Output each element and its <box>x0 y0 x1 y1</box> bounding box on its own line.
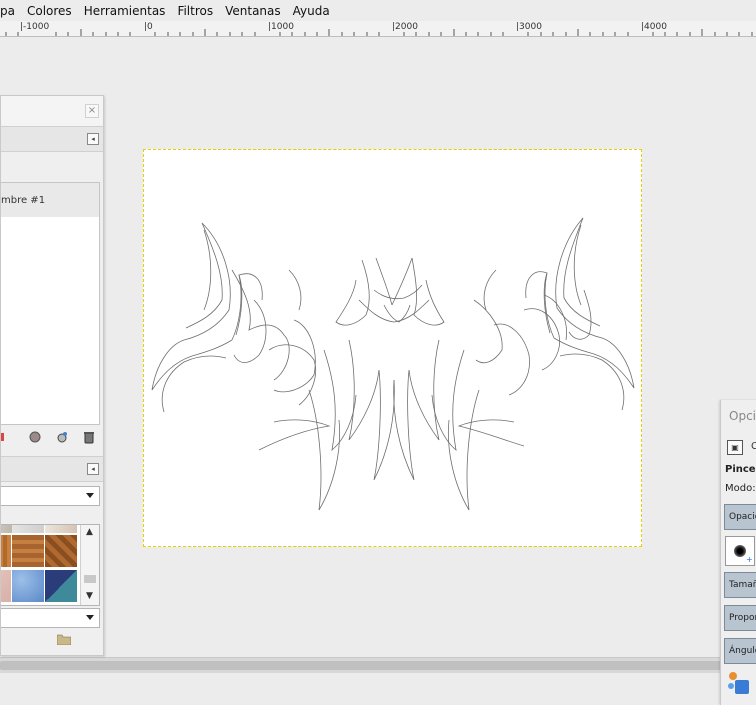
pattern-swatch[interactable] <box>12 570 44 602</box>
layers-tabbar: ◂ <box>1 126 103 152</box>
pattern-select[interactable] <box>1 608 100 628</box>
size-slider[interactable]: Tamañ <box>724 572 756 598</box>
brush-add-icon: + <box>746 555 753 564</box>
horizontal-ruler[interactable]: |-1000 |0 |1000 |2000 |3000 |4000 <box>0 21 756 37</box>
menu-filtros[interactable]: Filtros <box>171 4 219 18</box>
layers-list[interactable]: mbre #1 <box>1 182 100 425</box>
pattern-swatch[interactable] <box>45 535 77 567</box>
ruler-label: |2000 <box>392 22 418 32</box>
duplicate-layer-icon[interactable] <box>55 430 69 444</box>
pattern-swatch[interactable] <box>45 570 77 602</box>
tab-menu-button[interactable]: ◂ <box>87 463 99 475</box>
menu-colores[interactable]: Colores <box>21 4 78 18</box>
dock-titlebar: × <box>1 96 103 126</box>
patterns-tabbar: ◂ <box>1 456 103 482</box>
tool-row: ▣ C <box>725 438 756 458</box>
layer-name: mbre #1 <box>1 194 46 206</box>
image-canvas[interactable] <box>143 149 642 547</box>
angle-slider[interactable]: Ángulo <box>724 638 756 664</box>
anchor-layer-icon[interactable] <box>1 430 15 444</box>
mask-layer-icon[interactable] <box>28 430 42 444</box>
pattern-swatch[interactable] <box>1 535 11 567</box>
chevron-down-icon <box>86 615 94 620</box>
menu-ayuda[interactable]: Ayuda <box>287 4 336 18</box>
delete-layer-icon[interactable] <box>82 430 96 444</box>
ruler-label: |3000 <box>516 22 542 32</box>
ruler-label: |4000 <box>641 22 667 32</box>
scroll-up-icon[interactable]: ▲ <box>86 527 93 537</box>
logo-artwork <box>151 217 635 511</box>
paint-dynamics-icon[interactable] <box>727 670 751 696</box>
chevron-down-icon <box>86 493 94 498</box>
close-button[interactable]: × <box>85 104 99 118</box>
menubar: pa Colores Herramientas Filtros Ventanas… <box>0 0 756 21</box>
menu-herramientas[interactable]: Herramientas <box>78 4 172 18</box>
ruler-label: |1000 <box>268 22 294 32</box>
aspect-ratio-slider[interactable]: Propor <box>724 605 756 631</box>
scroll-down-icon[interactable]: ▼ <box>86 591 93 601</box>
folder-icon[interactable] <box>57 634 71 645</box>
pattern-scrollbar[interactable]: ▲ ▼ <box>80 525 99 605</box>
layers-dock: × ◂ mbre #1 ◂ ▲ ▼ <box>0 95 104 656</box>
dock-title: Opcio <box>729 409 756 423</box>
pattern-swatch[interactable] <box>12 535 44 567</box>
pattern-swatch[interactable] <box>45 525 77 533</box>
mode-label: Modo: <box>725 483 756 494</box>
statusbar <box>0 673 756 705</box>
ruler-label: |-1000 <box>20 22 50 32</box>
tool-name: Pincel <box>725 464 756 475</box>
tab-menu-button[interactable]: ◂ <box>87 133 99 145</box>
scrollbar-thumb[interactable] <box>84 575 96 583</box>
pattern-swatch[interactable] <box>12 525 44 533</box>
pattern-view-select[interactable] <box>1 486 100 506</box>
opacity-slider[interactable]: Opacid <box>724 504 756 530</box>
tool-row-text: C <box>751 441 756 452</box>
menu-ventanas[interactable]: Ventanas <box>219 4 287 18</box>
brush-shape-icon <box>734 545 746 557</box>
horizontal-scrollbar[interactable] <box>0 657 756 673</box>
canvas-area[interactable] <box>0 37 756 657</box>
tool-options-dock: Opcio ▣ C Pincel Modo: Opacid + Tamañ Pr… <box>720 400 756 705</box>
layer-row[interactable]: mbre #1 <box>1 183 99 217</box>
pattern-grid[interactable]: ▲ ▼ <box>1 524 100 606</box>
layer-buttons <box>1 430 100 446</box>
tool-preset-icon[interactable]: ▣ <box>727 440 743 455</box>
brush-preview[interactable]: + <box>725 536 755 566</box>
ruler-label: |0 <box>144 22 153 32</box>
scrollbar-thumb[interactable] <box>0 661 740 670</box>
pattern-swatch[interactable] <box>1 570 11 602</box>
menu-mapa[interactable]: pa <box>0 4 21 18</box>
